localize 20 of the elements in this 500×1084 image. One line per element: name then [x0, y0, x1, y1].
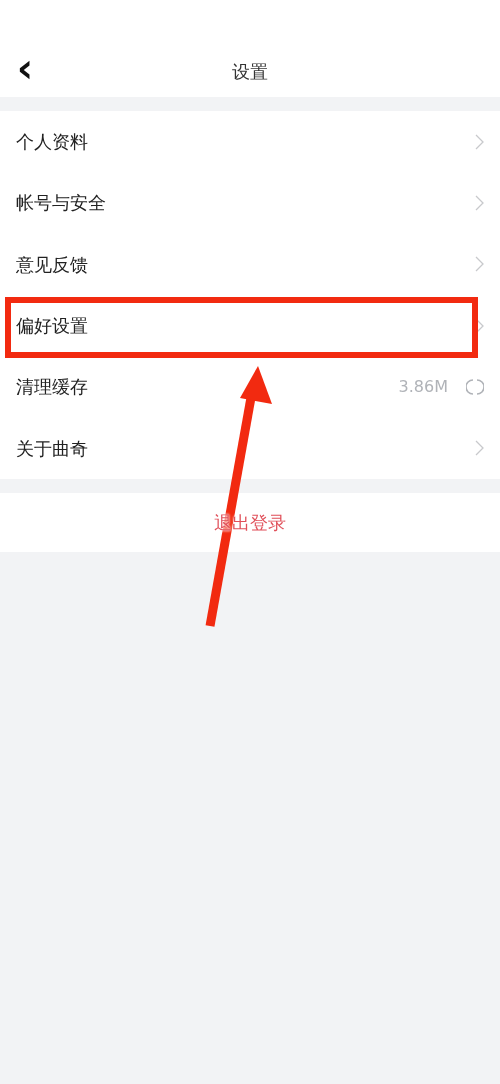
- settings-item[interactable]: 个人资料: [0, 111, 500, 173]
- settings-item[interactable]: 偏好设置: [0, 294, 500, 357]
- back-button[interactable]: ‹: [12, 50, 38, 86]
- refresh-icon[interactable]: [466, 377, 484, 396]
- item-label: 个人资料: [16, 130, 88, 155]
- chevron-right-icon: [475, 440, 484, 457]
- item-label: 关于曲奇: [16, 436, 88, 461]
- settings-item[interactable]: 意见反馈: [0, 233, 500, 295]
- item-label: 偏好设置: [16, 314, 88, 339]
- chevron-right-icon: [475, 133, 484, 150]
- settings-item[interactable]: 清理缓存 3.86M: [0, 356, 500, 418]
- item-label: 意见反馈: [16, 252, 88, 277]
- item-label: 帐号与安全: [16, 191, 106, 216]
- settings-item[interactable]: 关于曲奇: [0, 417, 500, 479]
- cache-size: 3.86M: [398, 375, 448, 398]
- chevron-right-icon: [475, 256, 484, 273]
- item-label: 清理缓存: [16, 375, 88, 400]
- page-title: 设置: [232, 60, 268, 84]
- settings-item[interactable]: 帐号与安全: [0, 172, 500, 234]
- chevron-right-icon: [475, 194, 484, 211]
